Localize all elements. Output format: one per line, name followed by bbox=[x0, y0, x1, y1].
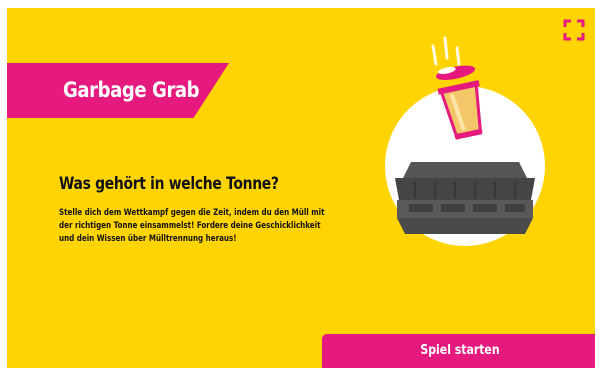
motion-lines-icon bbox=[431, 36, 461, 66]
title-banner: Garbage Grab bbox=[7, 63, 229, 118]
game-title: Garbage Grab bbox=[63, 78, 200, 102]
start-game-button[interactable]: Spiel starten bbox=[322, 334, 595, 368]
game-description: Stelle dich dem Wettkampf gegen die Zeit… bbox=[59, 208, 325, 244]
game-heading: Was gehört in welche Tonne? bbox=[59, 174, 279, 194]
fullscreen-icon bbox=[563, 19, 585, 41]
game-screen: Garbage Grab Was gehört in welche Tonne?… bbox=[7, 8, 595, 368]
start-game-label: Spiel starten bbox=[420, 343, 500, 358]
fullscreen-button[interactable] bbox=[563, 19, 585, 41]
game-illustration bbox=[385, 36, 545, 246]
garbage-bin-icon bbox=[395, 162, 535, 234]
